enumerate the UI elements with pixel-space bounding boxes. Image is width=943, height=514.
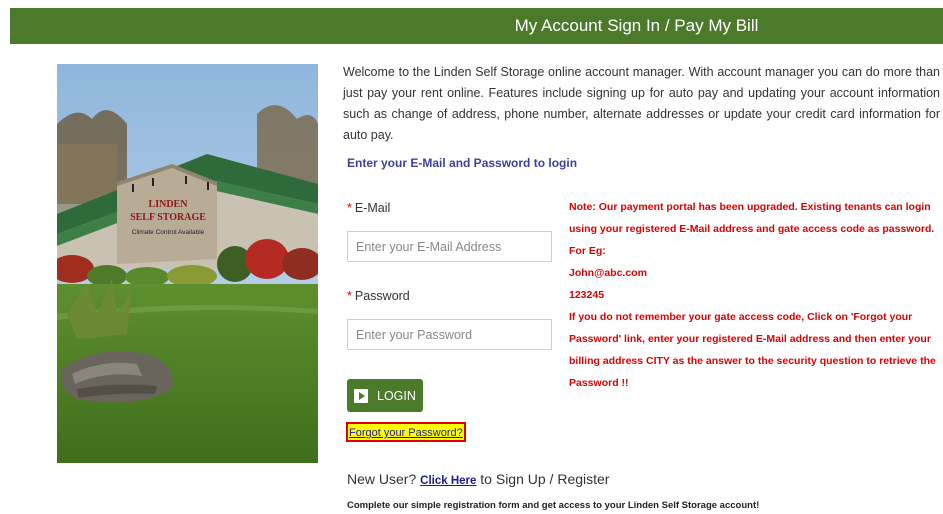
email-field[interactable] [347, 231, 552, 262]
note-line: Password !! [569, 377, 629, 389]
login-button[interactable]: LOGIN [347, 379, 423, 412]
required-mark: * [347, 201, 352, 215]
page-title: My Account Sign In / Pay My Bill [514, 16, 759, 35]
required-mark: * [347, 289, 352, 303]
email-label-text: E-Mail [354, 201, 391, 215]
new-user-heading: New User? Click Here to Sign Up / Regist… [347, 471, 609, 487]
sign-text-linden: LINDEN [149, 199, 189, 210]
upgrade-note: Note: Our payment portal has been upgrad… [569, 196, 939, 394]
new-user-prefix: New User? [347, 471, 417, 487]
note-line: using your registered E-Mail address and… [569, 223, 935, 235]
play-icon [354, 388, 368, 403]
note-line: If you do not remember your gate access … [569, 311, 913, 323]
sign-text-climate: Climate Control Available [132, 229, 205, 236]
note-line: Password' link, enter your registered E-… [569, 333, 931, 345]
login-button-label: LOGIN [377, 388, 416, 403]
storage-facility-photo: LINDEN SELF STORAGE Climate Control Avai… [57, 64, 318, 463]
note-line: Note: Our payment portal has been upgrad… [569, 201, 931, 213]
sign-text-self-storage: SELF STORAGE [130, 212, 206, 223]
password-label-text: Password [354, 289, 410, 303]
login-heading: Enter your E-Mail and Password to login [347, 156, 578, 170]
forgot-password-link[interactable]: Forgot your Password? [346, 422, 466, 442]
password-field[interactable] [347, 319, 552, 350]
password-label: * Password [347, 289, 410, 303]
signup-link[interactable]: Click Here [420, 475, 476, 487]
intro-paragraph: Welcome to the Linden Self Storage onlin… [343, 65, 940, 142]
note-line: 123245 [569, 289, 605, 301]
email-label: * E-Mail [347, 201, 390, 215]
page-header: My Account Sign In / Pay My Bill [10, 8, 943, 44]
note-line: John@abc.com [569, 267, 647, 279]
note-line: billing address CITY as the answer to th… [569, 355, 936, 367]
new-user-suffix: to Sign Up / Register [480, 471, 610, 487]
registration-description: Complete our simple registration form an… [347, 500, 760, 511]
note-line: For Eg: [569, 245, 606, 257]
